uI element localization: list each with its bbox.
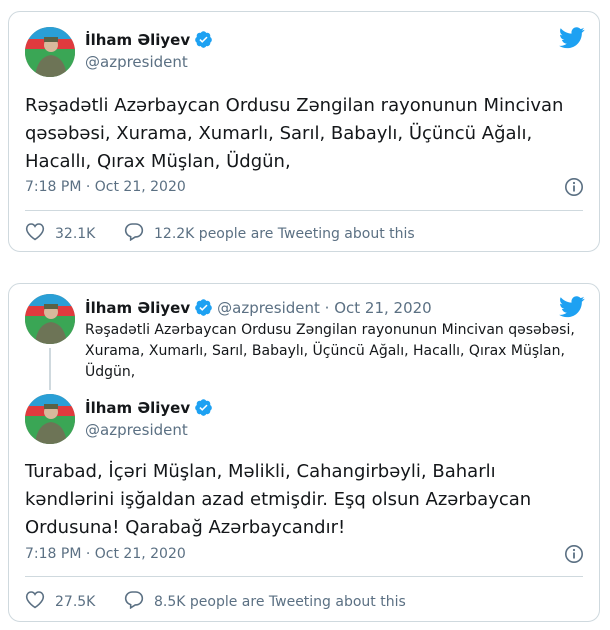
- like-button[interactable]: 27.5K: [25, 590, 95, 613]
- verified-badge-icon: [194, 30, 213, 49]
- quoted-handle-date[interactable]: @azpresident · Oct 21, 2020: [217, 299, 432, 317]
- info-icon[interactable]: [564, 177, 584, 201]
- author-name-text[interactable]: İlham Əliyev: [85, 31, 190, 49]
- divider: [25, 210, 583, 211]
- quoted-author-name[interactable]: İlham Əliyev: [85, 299, 190, 317]
- tweet-card: İlham Əliyev @azpresident · Oct 21, 2020…: [8, 283, 600, 622]
- people-tweeting-text: 8.5K people are Tweeting about this: [154, 593, 406, 610]
- like-count: 27.5K: [55, 593, 96, 610]
- heart-icon: [25, 590, 55, 613]
- author-handle[interactable]: @azpresident: [85, 421, 188, 439]
- twitter-bird-icon[interactable]: [559, 27, 585, 53]
- speech-bubble-icon: [124, 590, 154, 613]
- conversation-button[interactable]: 8.5K people are Tweeting about this: [124, 590, 406, 613]
- divider: [25, 576, 583, 577]
- speech-bubble-icon: [124, 222, 154, 245]
- verified-badge-icon: [194, 298, 213, 317]
- like-button[interactable]: 32.1K: [25, 222, 95, 245]
- heart-icon: [25, 222, 55, 245]
- author-name-text[interactable]: İlham Əliyev: [85, 399, 190, 417]
- thread-connector: [49, 348, 51, 390]
- tweet-timestamp[interactable]: 7:18 PM · Oct 21, 2020: [25, 546, 186, 562]
- quoted-author-avatar[interactable]: [25, 294, 75, 344]
- quoted-tweet-header: İlham Əliyev @azpresident · Oct 21, 2020: [85, 298, 432, 317]
- author-name[interactable]: İlham Əliyev: [85, 30, 213, 49]
- tweet-timestamp[interactable]: 7:18 PM · Oct 21, 2020: [25, 179, 186, 195]
- twitter-bird-icon[interactable]: [559, 296, 585, 322]
- verified-badge-icon: [194, 398, 213, 417]
- tweet-text: Turabad, İçəri Müşlan, Məlikli, Cahangir…: [25, 461, 532, 538]
- quoted-tweet-text: Rəşadətli Azərbaycan Ordusu Zəngilan ray…: [85, 322, 575, 380]
- tweet-text: Rəşadətli Azərbaycan Ordusu Zəngilan ray…: [25, 95, 564, 172]
- author-handle[interactable]: @azpresident: [85, 53, 188, 71]
- author-avatar[interactable]: [25, 394, 75, 444]
- like-count: 32.1K: [55, 225, 96, 242]
- tweet-card: İlham Əliyev @azpresident Rəşadətli Azər…: [8, 11, 600, 252]
- author-avatar[interactable]: [25, 27, 75, 77]
- info-icon[interactable]: [564, 544, 584, 568]
- conversation-button[interactable]: 12.2K people are Tweeting about this: [124, 222, 415, 245]
- author-name[interactable]: İlham Əliyev: [85, 398, 213, 417]
- people-tweeting-text: 12.2K people are Tweeting about this: [154, 225, 415, 242]
